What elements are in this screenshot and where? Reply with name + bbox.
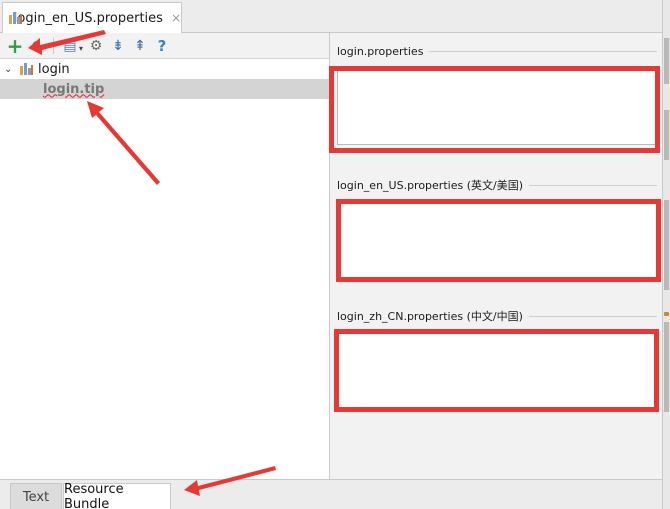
- help-button[interactable]: ?: [151, 35, 173, 57]
- toolbar-separator: [53, 37, 54, 54]
- chevron-down-icon[interactable]: ⌄: [4, 64, 20, 75]
- add-property-button[interactable]: +: [4, 34, 26, 58]
- resource-bundle-icon: [9, 11, 22, 25]
- toolbar: + ⇅ ▤ ▾ ⚙ ⇟ ⇞ ?: [0, 33, 329, 59]
- tool-window-button[interactable]: [664, 38, 669, 84]
- tree-node-label: login: [38, 61, 70, 77]
- sort-button[interactable]: ⇅: [26, 35, 48, 57]
- property-tree: ⌄ login login.tip: [0, 59, 329, 99]
- properties-tree-pane: + ⇅ ▤ ▾ ⚙ ⇟ ⇞ ? ⌄ login login.tip: [0, 33, 330, 479]
- close-icon[interactable]: ×: [171, 11, 181, 25]
- section-title-en-us: login_en_US.properties (英文/美国): [337, 177, 657, 193]
- tree-node-label: login.tip: [43, 81, 105, 97]
- section-title-zh-cn: login_zh_CN.properties (中文/中国): [337, 308, 657, 324]
- group-by-prefix-button[interactable]: ▤: [59, 35, 81, 57]
- value-field-login-en-us[interactable]: [337, 202, 657, 278]
- tab-text[interactable]: Text: [10, 483, 62, 509]
- divider: [529, 184, 657, 186]
- property-values-pane: login.properties login_en_US.properties …: [331, 33, 662, 479]
- tool-window-button[interactable]: [664, 110, 669, 160]
- collapse-all-button[interactable]: ⇞: [129, 35, 151, 57]
- editor-mode-tabs: Text Resource Bundle: [0, 479, 662, 509]
- settings-button[interactable]: ⚙: [85, 35, 107, 57]
- value-field-login-zh-cn[interactable]: [337, 333, 657, 409]
- editor-tab[interactable]: login_en_US.properties ×: [2, 2, 182, 33]
- value-field-login-properties[interactable]: [337, 69, 657, 145]
- section-label: login.properties: [337, 45, 424, 58]
- divider: [429, 51, 657, 52]
- editor-tab-strip: login_en_US.properties ×: [0, 0, 662, 33]
- section-label: login_zh_CN.properties (中文/中国): [337, 310, 523, 323]
- divider: [528, 315, 657, 317]
- section-label: login_en_US.properties (英文/美国): [337, 179, 523, 192]
- tree-node-login[interactable]: ⌄ login: [0, 59, 329, 79]
- tool-window-strip: [662, 0, 670, 509]
- section-title-default: login.properties: [337, 45, 657, 58]
- expand-all-button[interactable]: ⇟: [107, 35, 129, 57]
- tool-window-button[interactable]: [664, 322, 669, 412]
- chevron-down-icon[interactable]: ▾: [79, 44, 83, 53]
- tool-window-button[interactable]: [664, 200, 669, 290]
- resource-bundle-icon: [20, 62, 34, 76]
- editor-tab-title: login_en_US.properties: [13, 10, 163, 26]
- maven-icon: [664, 312, 669, 316]
- tree-node-login-tip[interactable]: login.tip: [0, 79, 329, 99]
- tab-resource-bundle[interactable]: Resource Bundle: [63, 482, 171, 509]
